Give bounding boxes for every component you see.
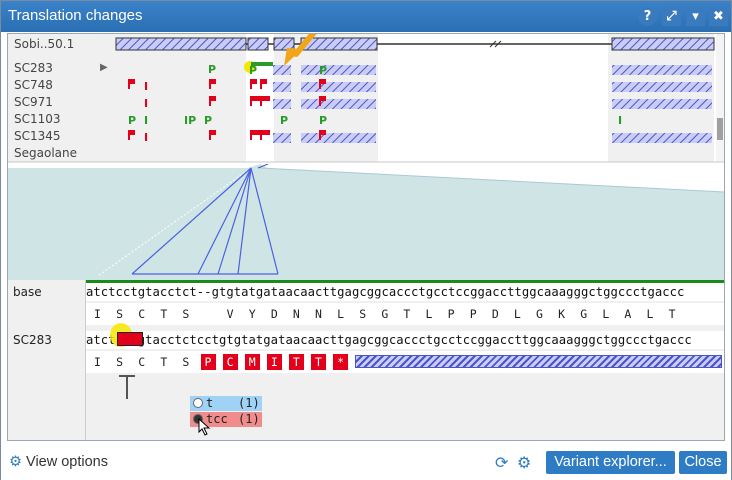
- footer: ⚙ View options ⟳ ⚙ Variant explorer... C…: [1, 444, 731, 480]
- main-content: Sobi..50.1 SC283 SC748 SC971 SC1103 SC13…: [7, 33, 725, 441]
- window-title: Translation changes: [8, 7, 143, 24]
- svg-text:P: P: [319, 64, 327, 77]
- close-icon[interactable]: ✖: [709, 7, 728, 26]
- help-icon[interactable]: ?: [638, 7, 657, 26]
- dna-sequence-sc283[interactable]: atctcctgtacctctcctgtgtatgataacaacttgagcg…: [86, 331, 724, 349]
- refresh-icon[interactable]: ⟳: [495, 453, 508, 472]
- popup-connector: [126, 375, 128, 399]
- overview-track-svg: P P P I I P I IP P P P I I: [8, 34, 724, 163]
- amino-acid: C: [222, 354, 238, 370]
- sequence-names: base SC283: [8, 280, 86, 440]
- title-bar[interactable]: Translation changes ? ⤢ ▾ ✖: [1, 1, 731, 32]
- aa-row-sc283: I S C T S P C M I T T *: [86, 351, 724, 373]
- maximize-icon[interactable]: ⤢: [662, 7, 681, 26]
- amino-acid: L: [602, 307, 610, 321]
- amino-acid: Y: [248, 307, 256, 321]
- amino-acid: *: [333, 354, 349, 370]
- amino-acid: S: [359, 307, 367, 321]
- amino-acid: L: [646, 307, 654, 321]
- mouse-cursor-icon: [198, 418, 211, 436]
- amino-acid: L: [337, 307, 345, 321]
- amino-acid: G: [381, 307, 389, 321]
- amino-acid: D: [491, 307, 499, 321]
- amino-acid: P: [469, 307, 477, 321]
- svg-text:I: I: [144, 131, 148, 144]
- amino-acid: P: [447, 307, 455, 321]
- svg-text:P: P: [249, 64, 257, 77]
- amino-acid: A: [624, 307, 632, 321]
- svg-text:P: P: [319, 114, 327, 127]
- amino-acid: M: [244, 354, 260, 370]
- menu-chevron-icon[interactable]: ▾: [686, 7, 705, 26]
- amino-acid: S: [116, 307, 124, 321]
- option-count: (1): [238, 396, 260, 410]
- feature-hatch-block: [355, 355, 722, 368]
- dna-sequence-base[interactable]: atctcctgtacctct--gtgtatgataacaacttgagcgg…: [86, 283, 724, 301]
- translation-changes-window: Translation changes ? ⤢ ▾ ✖ Sobi..50.1 S…: [0, 0, 732, 480]
- svg-text:P: P: [280, 114, 288, 127]
- amino-acid: G: [580, 307, 588, 321]
- amino-acid: D: [270, 307, 278, 321]
- svg-text:I: I: [144, 97, 148, 110]
- option-count: (1): [238, 412, 260, 426]
- amino-acid: [201, 306, 216, 322]
- amino-acid: V: [226, 307, 234, 321]
- option-allele: t: [206, 396, 214, 410]
- amino-acid: S: [116, 355, 124, 369]
- svg-text:I: I: [618, 114, 622, 127]
- amino-acid: K: [558, 307, 566, 321]
- amino-acid: T: [311, 354, 326, 370]
- amino-acid: G: [536, 307, 543, 321]
- settings-gears-icon[interactable]: ⚙: [517, 453, 531, 472]
- amino-acid: C: [138, 307, 146, 321]
- amino-acid: S: [182, 307, 190, 321]
- close-button[interactable]: Close: [679, 451, 727, 474]
- zoom-connector-svg: [8, 164, 724, 280]
- view-options-link[interactable]: ⚙ View options: [9, 454, 108, 470]
- amino-acid: T: [403, 307, 411, 321]
- svg-text:I: I: [144, 114, 148, 127]
- radio-icon[interactable]: [193, 398, 203, 408]
- overview-panel: Sobi..50.1 SC283 SC748 SC971 SC1103 SC13…: [8, 34, 724, 164]
- sequence-panel: base SC283 atctcctgtacctct--gtgtatgataac…: [8, 280, 724, 440]
- svg-text:I: I: [144, 80, 148, 93]
- amino-acid: C: [138, 355, 146, 369]
- svg-text:P: P: [204, 114, 212, 127]
- amino-acid: I: [94, 307, 101, 321]
- view-options-label: View options: [26, 454, 108, 470]
- amino-acid: T: [160, 307, 168, 321]
- variant-explorer-button[interactable]: Variant explorer...: [546, 451, 675, 474]
- amino-acid: S: [182, 355, 190, 369]
- inserted-bases-marker[interactable]: [117, 332, 143, 346]
- svg-text:IP: IP: [184, 114, 196, 127]
- row-name-base: base: [13, 285, 42, 299]
- amino-acid: N: [292, 307, 300, 321]
- variant-option-t[interactable]: t (1): [190, 396, 262, 411]
- row-name-sc283: SC283: [13, 333, 52, 347]
- amino-acid: L: [513, 307, 521, 321]
- amino-acid: I: [94, 355, 101, 369]
- amino-acid: T: [288, 354, 304, 370]
- amino-acid: T: [160, 355, 168, 369]
- amino-acid: I: [266, 354, 282, 370]
- gear-icon: ⚙: [9, 454, 22, 470]
- aa-row-base: ISCTSVYDNNLSGTLPPDLGKGLALT: [86, 303, 724, 325]
- amino-acid: P: [200, 354, 216, 370]
- amino-acid: T: [668, 307, 676, 321]
- popup-connector-bar: [119, 375, 135, 377]
- amino-acid: N: [315, 307, 322, 321]
- amino-acid: L: [425, 307, 433, 321]
- svg-text:P: P: [128, 114, 136, 127]
- svg-text:P: P: [208, 63, 216, 76]
